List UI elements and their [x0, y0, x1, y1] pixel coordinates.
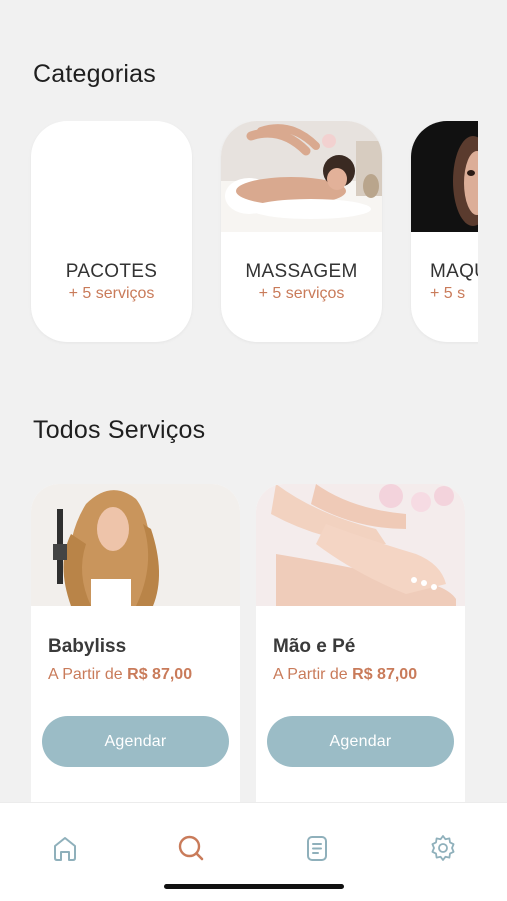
nav-settings[interactable] — [428, 833, 458, 863]
makeup-photo — [411, 121, 478, 232]
services-title: Todos Serviços — [33, 416, 206, 444]
nav-appointments[interactable] — [302, 833, 332, 863]
service-name: Mão e Pé — [273, 636, 356, 657]
categories-carousel[interactable]: PACOTES + 5 serviços MASSAGEM + 5 serviç… — [0, 121, 478, 345]
price-value: R$ 87,00 — [127, 666, 193, 683]
price-value: R$ 87,00 — [352, 666, 418, 683]
category-name: MASSAGEM — [245, 261, 358, 282]
category-card-pacotes[interactable]: PACOTES + 5 serviços — [31, 121, 192, 342]
manicure-photo — [256, 484, 465, 606]
service-name: Babyliss — [48, 636, 127, 657]
document-icon — [307, 836, 327, 861]
category-card-massagem[interactable]: MASSAGEM + 5 serviços — [221, 121, 382, 342]
category-card-maquiagem[interactable]: MAQU + 5 s — [411, 121, 478, 342]
search-icon — [178, 835, 204, 861]
hair-photo — [31, 484, 240, 606]
nav-home[interactable] — [50, 833, 80, 863]
category-count: + 5 serviços — [68, 285, 155, 302]
service-price: A Partir de R$ 87,00 — [273, 666, 417, 684]
category-name: PACOTES — [65, 261, 158, 282]
schedule-button[interactable]: Agendar — [267, 716, 454, 767]
home-icon — [54, 837, 76, 861]
service-price: A Partir de R$ 87,00 — [48, 666, 192, 684]
home-indicator[interactable] — [164, 884, 344, 889]
nav-search[interactable] — [176, 833, 206, 863]
price-prefix: A Partir de — [48, 666, 123, 683]
schedule-button[interactable]: Agendar — [42, 716, 229, 767]
service-card-mao-e-pe[interactable]: Mão e Pé A Partir de R$ 87,00 Agendar — [256, 484, 465, 804]
price-prefix: A Partir de — [273, 666, 348, 683]
bottom-navigation — [0, 802, 507, 901]
categories-title: Categorias — [33, 60, 156, 88]
category-count: + 5 serviços — [258, 285, 345, 302]
settings-icon — [431, 835, 455, 861]
service-card-babyliss[interactable]: Babyliss A Partir de R$ 87,00 Agendar — [31, 484, 240, 804]
category-count: + 5 s — [430, 285, 466, 302]
massage-photo — [221, 121, 382, 232]
category-name: MAQU — [430, 261, 478, 282]
